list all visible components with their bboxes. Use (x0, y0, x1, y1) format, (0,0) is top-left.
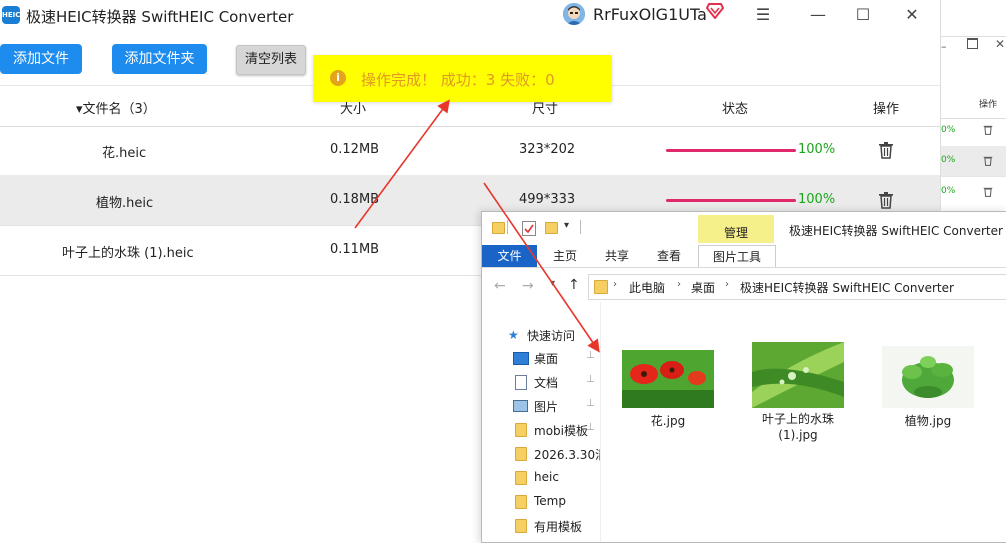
quick-access-dropdown-icon[interactable]: ▾ (564, 220, 569, 231)
tab-home[interactable]: 主页 (544, 245, 586, 267)
folder-icon[interactable] (492, 222, 505, 234)
star-icon: ★ (508, 328, 519, 342)
user-avatar[interactable] (563, 3, 585, 25)
pin-icon[interactable]: ⊥ (586, 398, 595, 409)
file-name: 花.heic (102, 146, 147, 161)
folder-icon (594, 280, 608, 294)
tab-view[interactable]: 查看 (648, 245, 690, 267)
add-file-button[interactable]: 添加文件 (0, 44, 82, 74)
pin-icon[interactable]: ⊥ (586, 350, 595, 361)
breadcrumb-item[interactable]: 极速HEIC转换器 SwiftHEIC Converter (740, 279, 954, 296)
progress-percent: 100% (798, 142, 836, 157)
file-size: 0.18MB (330, 192, 380, 207)
avatar-icon (563, 3, 585, 25)
delete-icon (983, 186, 993, 201)
menu-icon[interactable]: ☰ (751, 4, 775, 26)
tab-share[interactable]: 共享 (596, 245, 638, 267)
progress-percent: 100% (798, 192, 836, 207)
delete-icon[interactable] (878, 191, 894, 209)
add-folder-button[interactable]: 添加文件夹 (112, 44, 207, 74)
clear-list-button[interactable]: 清空列表 (236, 45, 306, 75)
nav-item[interactable]: 2026.3.30清 (534, 446, 600, 463)
bg-percent: 0% (941, 155, 956, 165)
file-size: 0.11MB (330, 242, 380, 257)
file-explorer-window: ▾ 管理 极速HEIC转换器 SwiftHEIC Converter 文件 主页… (481, 211, 1006, 543)
new-folder-icon[interactable] (545, 222, 558, 234)
nav-item[interactable]: heic (534, 470, 559, 484)
file-name-label[interactable]: 植物.jpg (882, 412, 974, 429)
navigation-pane: ★ 快速访问 桌面 ⊥ 文档 ⊥ 图片 ⊥ mobi模板 ⊥ 2026.3.30… (482, 302, 601, 542)
bg-percent: 0% (941, 125, 956, 135)
forward-icon[interactable]: → (522, 278, 534, 294)
minimize-icon: – (941, 40, 947, 53)
file-dimension: 499*333 (519, 192, 576, 207)
tab-file[interactable]: 文件 (482, 245, 537, 267)
explorer-title: 极速HEIC转换器 SwiftHEIC Converter (789, 224, 1003, 238)
title-bar: HEIC 极速HEIC转换器 SwiftHEIC Converter RrFux… (0, 0, 940, 34)
table-row[interactable]: 花.heic 0.12MB 323*202 100% (0, 125, 940, 176)
delete-icon (983, 124, 993, 139)
file-name-label[interactable]: 花.jpg (622, 412, 714, 429)
tab-picture-tools[interactable]: 图片工具 (698, 245, 776, 268)
pin-icon[interactable]: ⊥ (586, 374, 595, 385)
toast-message: 操作完成！ 成功：3 失败：0 (361, 71, 555, 89)
properties-icon[interactable] (522, 221, 536, 236)
breadcrumb-item[interactable]: 此电脑 (629, 279, 665, 296)
folder-icon (515, 471, 527, 485)
file-thumbnail-flower[interactable] (622, 350, 714, 408)
nav-item[interactable]: mobi模板 (534, 422, 588, 439)
folder-icon (515, 495, 527, 509)
file-name: 植物.heic (96, 196, 154, 211)
username[interactable]: RrFuxOlG1UTa (593, 5, 707, 24)
nav-item[interactable]: Temp (534, 494, 566, 508)
nav-item[interactable]: 文档 (534, 374, 558, 391)
close-button[interactable]: ✕ (900, 4, 924, 26)
nav-item[interactable]: 桌面 (534, 350, 558, 367)
app-logo-icon: HEIC (2, 6, 20, 24)
nav-item[interactable]: 图片 (534, 398, 558, 415)
back-icon[interactable]: ← (494, 278, 506, 294)
up-icon[interactable]: ↑ (568, 277, 580, 293)
app-title: 极速HEIC转换器 SwiftHEIC Converter (26, 8, 294, 26)
document-icon (515, 375, 527, 390)
header-status: 状态 (722, 102, 749, 117)
nav-item[interactable]: 有用模板 (534, 518, 582, 535)
progress-bar (666, 149, 796, 152)
close-icon: ✕ (995, 37, 1006, 51)
bg-percent: 0% (941, 186, 956, 196)
manage-tab[interactable]: 管理 (724, 224, 748, 241)
file-dimension: 323*202 (519, 142, 576, 157)
file-name-label[interactable]: 叶子上的水珠 (1).jpg (748, 411, 848, 443)
delete-icon[interactable] (878, 141, 894, 159)
folder-icon (515, 447, 527, 461)
breadcrumb-item[interactable]: 桌面 (691, 279, 715, 296)
vip-diamond-icon[interactable] (705, 3, 725, 23)
progress-bar (666, 199, 796, 202)
delete-icon (983, 155, 993, 170)
pin-icon[interactable]: ⊥ (586, 422, 595, 433)
pictures-icon (513, 400, 528, 412)
recent-dropdown-icon[interactable]: ▾ (550, 278, 555, 289)
info-icon: i (330, 70, 346, 86)
bg-header-action: 操作 (979, 100, 998, 110)
minimize-button[interactable]: — (806, 4, 830, 26)
file-thumbnail-waterdrop[interactable] (752, 342, 844, 408)
file-size: 0.12MB (330, 142, 380, 157)
nav-quick-access[interactable]: 快速访问 (527, 327, 575, 344)
background-window: – ✕ 操作 0% 0% 0% (940, 0, 1006, 210)
file-thumbnail-plant[interactable] (882, 346, 974, 408)
header-filename[interactable]: ▾文件名（3） (76, 98, 156, 117)
address-bar[interactable]: › 此电脑 › 桌面 › 极速HEIC转换器 SwiftHEIC Convert… (588, 274, 1006, 300)
maximize-button[interactable]: ☐ (851, 4, 875, 26)
file-name: 叶子上的水珠 (1).heic (62, 246, 194, 261)
folder-icon (515, 423, 527, 437)
header-action: 操作 (873, 102, 900, 117)
desktop-icon (513, 352, 529, 365)
maximize-icon (967, 38, 978, 49)
folder-icon (515, 519, 527, 533)
success-toast: i 操作完成！ 成功：3 失败：0 (313, 55, 612, 102)
